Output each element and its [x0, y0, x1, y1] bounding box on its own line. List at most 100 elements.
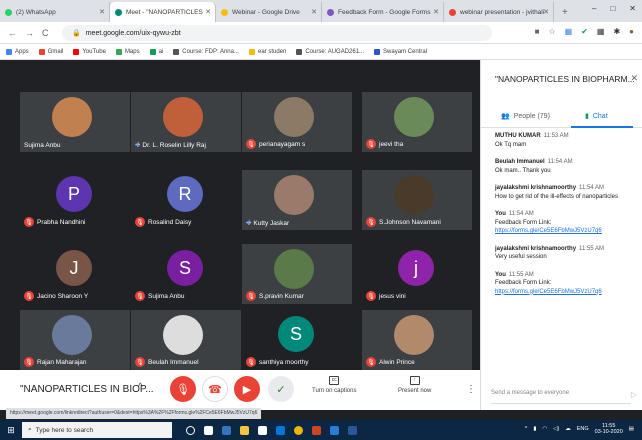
chat-sender: You: [495, 271, 506, 278]
chat-sender-line: You 11:55 AM: [495, 271, 635, 280]
powerpoint-icon[interactable]: [312, 425, 321, 435]
chevron-up-icon[interactable]: ^: [138, 382, 143, 393]
participant-tile[interactable]: •ıl• Kutty Jaskar: [242, 170, 352, 230]
windows-start-icon[interactable]: ⊞: [0, 425, 22, 436]
participant-tile[interactable]: 🎙 jeevi tha: [362, 92, 472, 152]
wifi-icon[interactable]: ◠: [542, 426, 547, 432]
browser-tab[interactable]: Webinar - Google Drive ✕: [216, 2, 322, 22]
grid-extension-icon[interactable]: ▦: [597, 27, 605, 36]
participant-tile[interactable]: j 🎙 jesus vini: [362, 244, 472, 304]
participant-tile[interactable]: 🎙 Alwin Prince: [362, 310, 472, 370]
bookmark-item[interactable]: ai: [149, 48, 163, 55]
reload-icon[interactable]: C: [42, 28, 49, 38]
captions-button[interactable]: cc Turn on captions: [312, 376, 356, 394]
star-icon[interactable]: ☆: [548, 27, 555, 36]
tab-people[interactable]: 👥 People (79): [501, 112, 550, 121]
participant-tile[interactable]: R 🎙 Rosalind Daisy: [131, 170, 241, 230]
mail-icon[interactable]: [276, 425, 285, 435]
bookmark-item[interactable]: Maps: [115, 48, 140, 55]
browser-tab[interactable]: Meet - "NANOPARTICLES ✕: [110, 2, 216, 22]
participant-tile[interactable]: S 🎙 Sujima Anbu: [131, 244, 241, 304]
taskbar-search[interactable]: ⌕ Type here to search: [22, 422, 172, 438]
maximize-button[interactable]: □: [610, 4, 615, 13]
chat-link[interactable]: https://forms.gle/Ce5E6FbMwJ5VzU7q6: [495, 288, 635, 297]
extension-icon[interactable]: ▦: [565, 27, 573, 36]
participant-tile[interactable]: S 🎙 santhiya moorthy: [242, 310, 352, 370]
forward-icon[interactable]: →: [25, 28, 34, 38]
participant-photo: [394, 175, 434, 215]
bookmark-item[interactable]: Course: FDP: Anna...: [173, 48, 239, 55]
participant-name: 🎙 Jacino Sharoon Y: [24, 291, 88, 301]
onedrive-icon[interactable]: ☁: [565, 426, 571, 432]
bookmark-item[interactable]: YouTube: [73, 48, 106, 55]
browser-tab[interactable]: Feedback Form - Google Forms ✕: [322, 2, 444, 22]
task-view-icon[interactable]: [204, 425, 213, 435]
more-options-icon[interactable]: ⋮: [466, 384, 476, 395]
chat-input[interactable]: Send a message to everyone ▷: [491, 390, 637, 404]
browser-tab[interactable]: (2) WhatsApp ✕: [0, 2, 110, 22]
participant-tile[interactable]: 🎙 S.Johnson Navamani: [362, 170, 472, 230]
tray-chevron-icon[interactable]: ^: [525, 426, 528, 432]
new-tab-button[interactable]: +: [554, 2, 576, 22]
close-icon[interactable]: ✕: [630, 73, 638, 84]
tab-chat[interactable]: ▮ Chat: [585, 112, 608, 121]
browser-tab[interactable]: webinar presentation - jvithali ✕: [444, 2, 554, 22]
bookmark-item[interactable]: Swayam Central: [374, 48, 427, 55]
battery-icon[interactable]: ▮: [533, 426, 536, 432]
tab-close-icon[interactable]: ✕: [99, 8, 105, 16]
participant-tile[interactable]: 🎙 S.pravin Kumar: [242, 244, 352, 304]
avatar: J: [56, 250, 92, 286]
chat-text: Ok Tq mam: [495, 141, 527, 148]
chat-sender: Beulah Immanuel: [495, 159, 545, 165]
bookmark-item[interactable]: Gmail: [38, 48, 63, 55]
raise-hand-button[interactable]: ✓: [268, 376, 294, 402]
file-explorer-icon[interactable]: [240, 425, 249, 435]
participant-tile[interactable]: P 🎙 Prabha Nandhini: [20, 170, 130, 230]
tab-close-icon[interactable]: ✕: [311, 8, 317, 16]
camera-off-button[interactable]: ▶: [234, 376, 260, 402]
chat-link[interactable]: https://forms.gle/Ce5E6FbMwJ5VzU7q6: [495, 227, 635, 236]
bookmark-item[interactable]: Apps: [6, 48, 29, 55]
participant-tile[interactable]: Sujima Anbu: [20, 92, 130, 152]
tab-close-icon[interactable]: ✕: [543, 8, 549, 16]
back-icon[interactable]: ←: [8, 28, 17, 38]
bookmark-item[interactable]: ear studen: [248, 48, 286, 55]
profile-avatar[interactable]: ●: [629, 27, 634, 36]
app-icon[interactable]: [330, 425, 339, 435]
clock[interactable]: 11:55 03-10-2020: [595, 423, 623, 435]
mic-off-icon: 🎙: [24, 357, 34, 367]
participant-name-text: Prabha Nandhini: [37, 218, 86, 226]
puzzle-icon[interactable]: ✱: [613, 27, 620, 36]
chrome-icon[interactable]: [294, 425, 303, 435]
participant-tile[interactable]: 🎙 perianayagam s: [242, 92, 352, 152]
language-indicator[interactable]: ENG: [577, 426, 589, 432]
notifications-icon[interactable]: ▤: [629, 426, 634, 432]
bookmark-item[interactable]: Course: AUGAD261...: [296, 48, 364, 55]
participant-name: 🎙 Rajan Maharajan: [24, 357, 87, 367]
participant-name: 🎙 Rosalind Daisy: [135, 217, 191, 227]
cortana-icon[interactable]: [186, 425, 195, 435]
camera-icon[interactable]: ■: [535, 27, 540, 36]
close-window-button[interactable]: ✕: [629, 4, 636, 13]
bookmark-label: YouTube: [82, 48, 106, 55]
check-extension-icon[interactable]: ✔: [581, 27, 588, 36]
tab-close-icon[interactable]: ✕: [433, 8, 439, 16]
participant-tile[interactable]: J 🎙 Jacino Sharoon Y: [20, 244, 130, 304]
tab-close-icon[interactable]: ✕: [205, 8, 211, 16]
bookmark-label: Apps: [15, 48, 29, 55]
participant-tile[interactable]: 🎙 Rajan Maharajan: [20, 310, 130, 370]
word-icon[interactable]: [348, 425, 357, 435]
minimize-button[interactable]: –: [592, 4, 596, 13]
leave-call-button[interactable]: ☎: [202, 376, 228, 402]
present-label: Present now: [398, 388, 432, 394]
participant-tile[interactable]: •ıl• Dr. L. Roselin Lilly Raj: [131, 92, 241, 152]
url-field[interactable]: 🔒 meet.google.com/uix-qywu-zbt: [62, 25, 492, 41]
mic-off-button[interactable]: 🎙: [170, 376, 196, 402]
participant-tile[interactable]: 🎙 Beulah Immanuel: [131, 310, 241, 370]
store-icon[interactable]: [258, 425, 267, 435]
volume-icon[interactable]: ◁): [553, 426, 559, 432]
edge-icon[interactable]: [222, 425, 231, 435]
send-icon[interactable]: ▷: [631, 390, 637, 399]
participant-name: 🎙 santhiya moorthy: [246, 357, 309, 367]
present-button[interactable]: ↑ Present now: [398, 376, 431, 394]
